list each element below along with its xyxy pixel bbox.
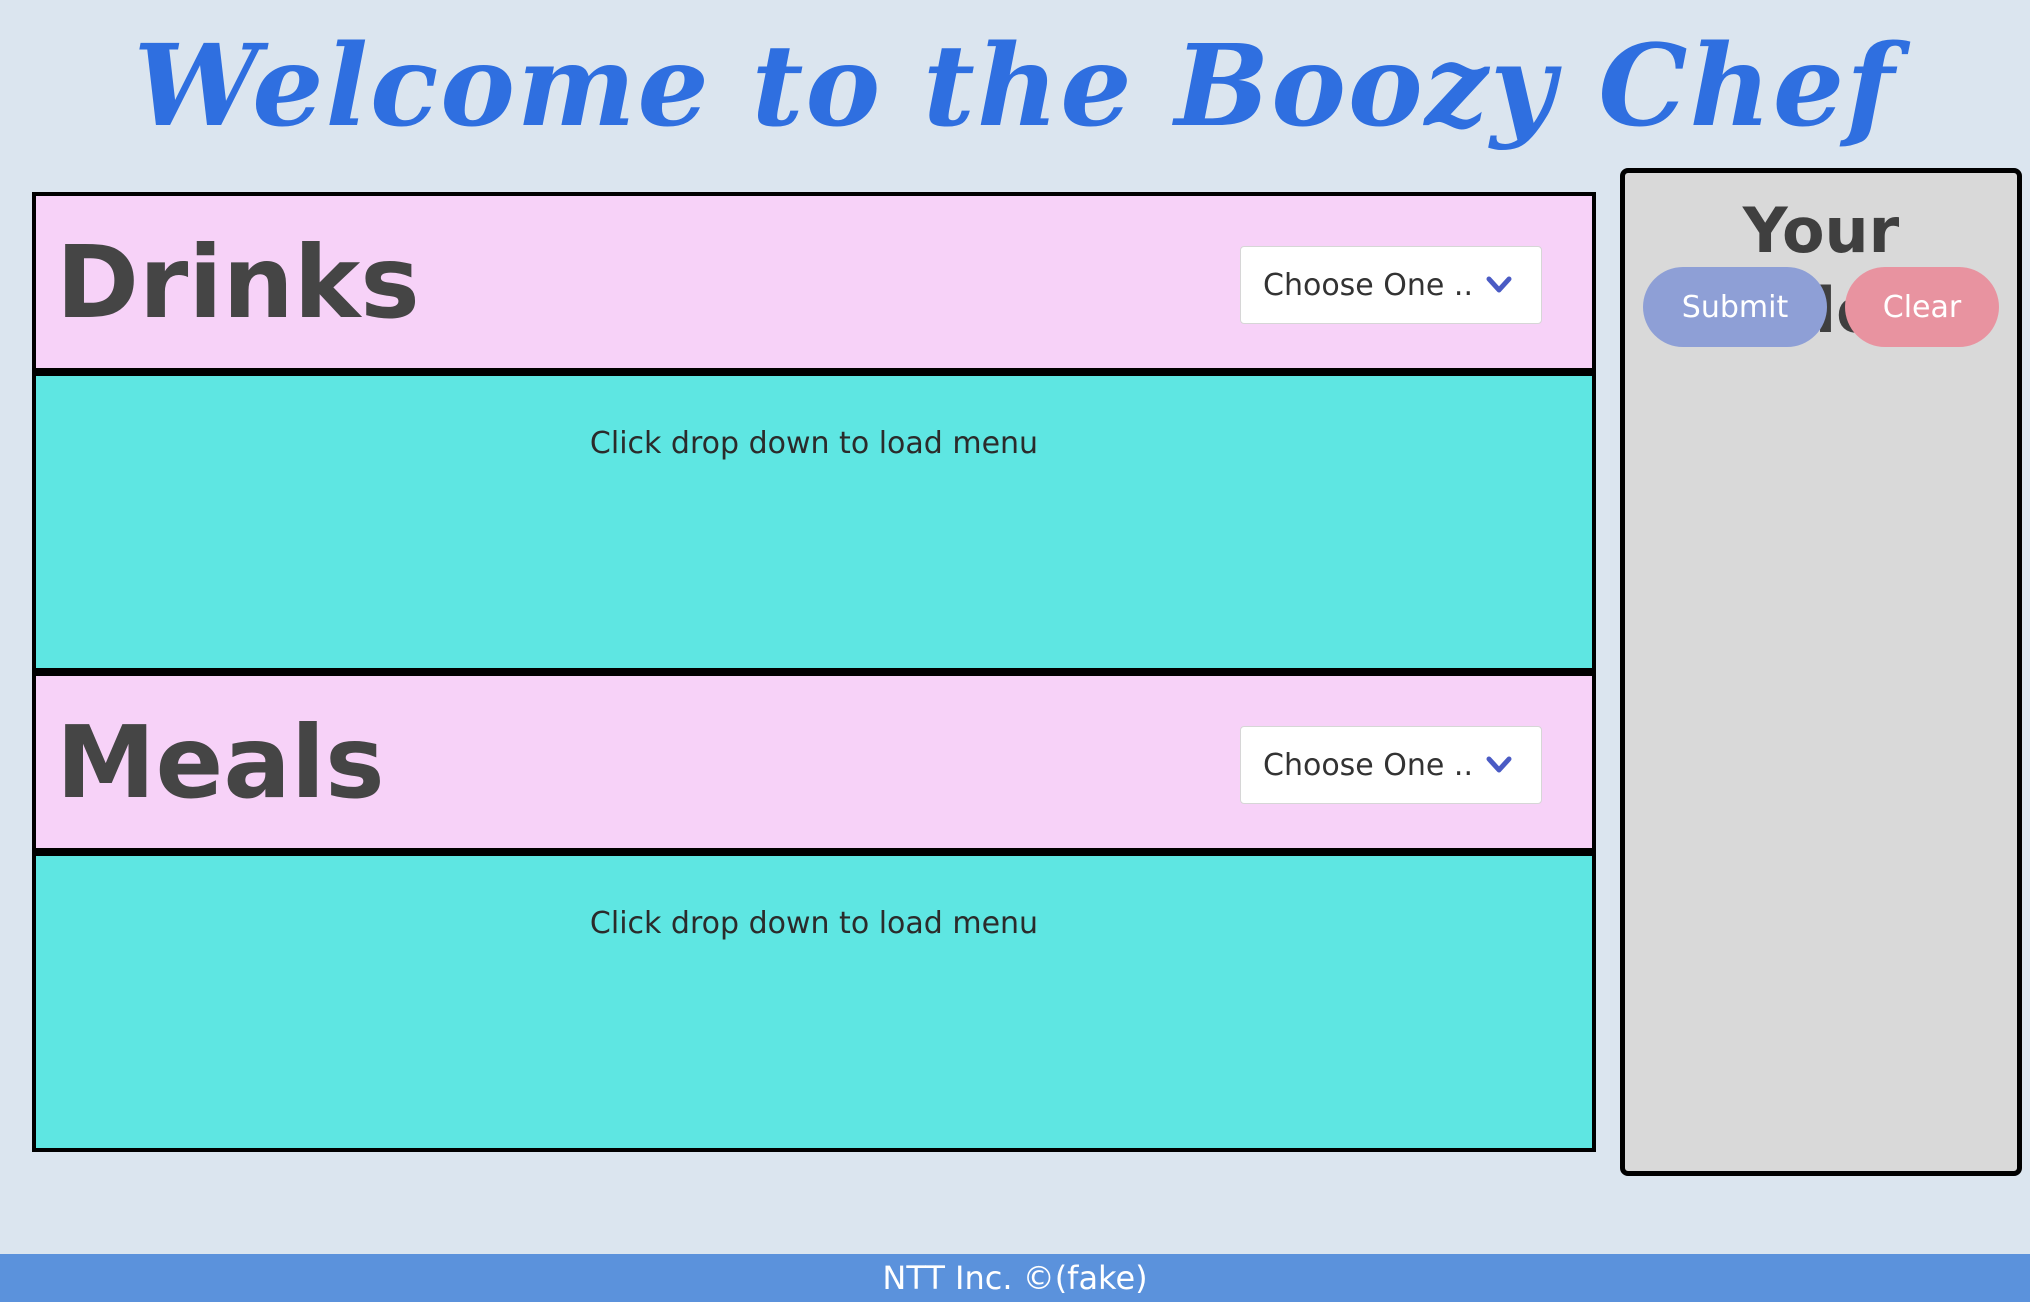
chevron-down-icon (1486, 276, 1512, 293)
chevron-down-icon (1486, 756, 1512, 773)
footer: NTT Inc. ©(fake) (0, 1254, 2030, 1302)
meals-header: Meals Choose One .. (32, 672, 1596, 852)
drinks-dropdown[interactable]: Choose One .. (1240, 246, 1542, 324)
meals-dropdown[interactable]: Choose One .. (1240, 726, 1542, 804)
meals-title: Meals (56, 704, 385, 821)
menu-column: Drinks Choose One .. Click drop down to … (32, 192, 1596, 1152)
clear-button[interactable]: Clear (1845, 267, 1999, 347)
order-actions: Submit Clear (1643, 267, 1999, 347)
order-panel: Your Order: Submit Clear (1620, 168, 2022, 1176)
submit-button[interactable]: Submit (1643, 267, 1827, 347)
meals-menu-body: Click drop down to load menu (32, 852, 1596, 1152)
drinks-title: Drinks (56, 224, 420, 341)
page-title: Welcome to the Boozy Chef (133, 21, 1897, 152)
drinks-dropdown-label: Choose One .. (1263, 267, 1473, 303)
meals-empty-message: Click drop down to load menu (589, 906, 1039, 941)
meals-dropdown-label: Choose One .. (1263, 747, 1473, 783)
drinks-header: Drinks Choose One .. (32, 192, 1596, 372)
drinks-menu-body: Click drop down to load menu (32, 372, 1596, 672)
drinks-empty-message: Click drop down to load menu (589, 426, 1039, 461)
